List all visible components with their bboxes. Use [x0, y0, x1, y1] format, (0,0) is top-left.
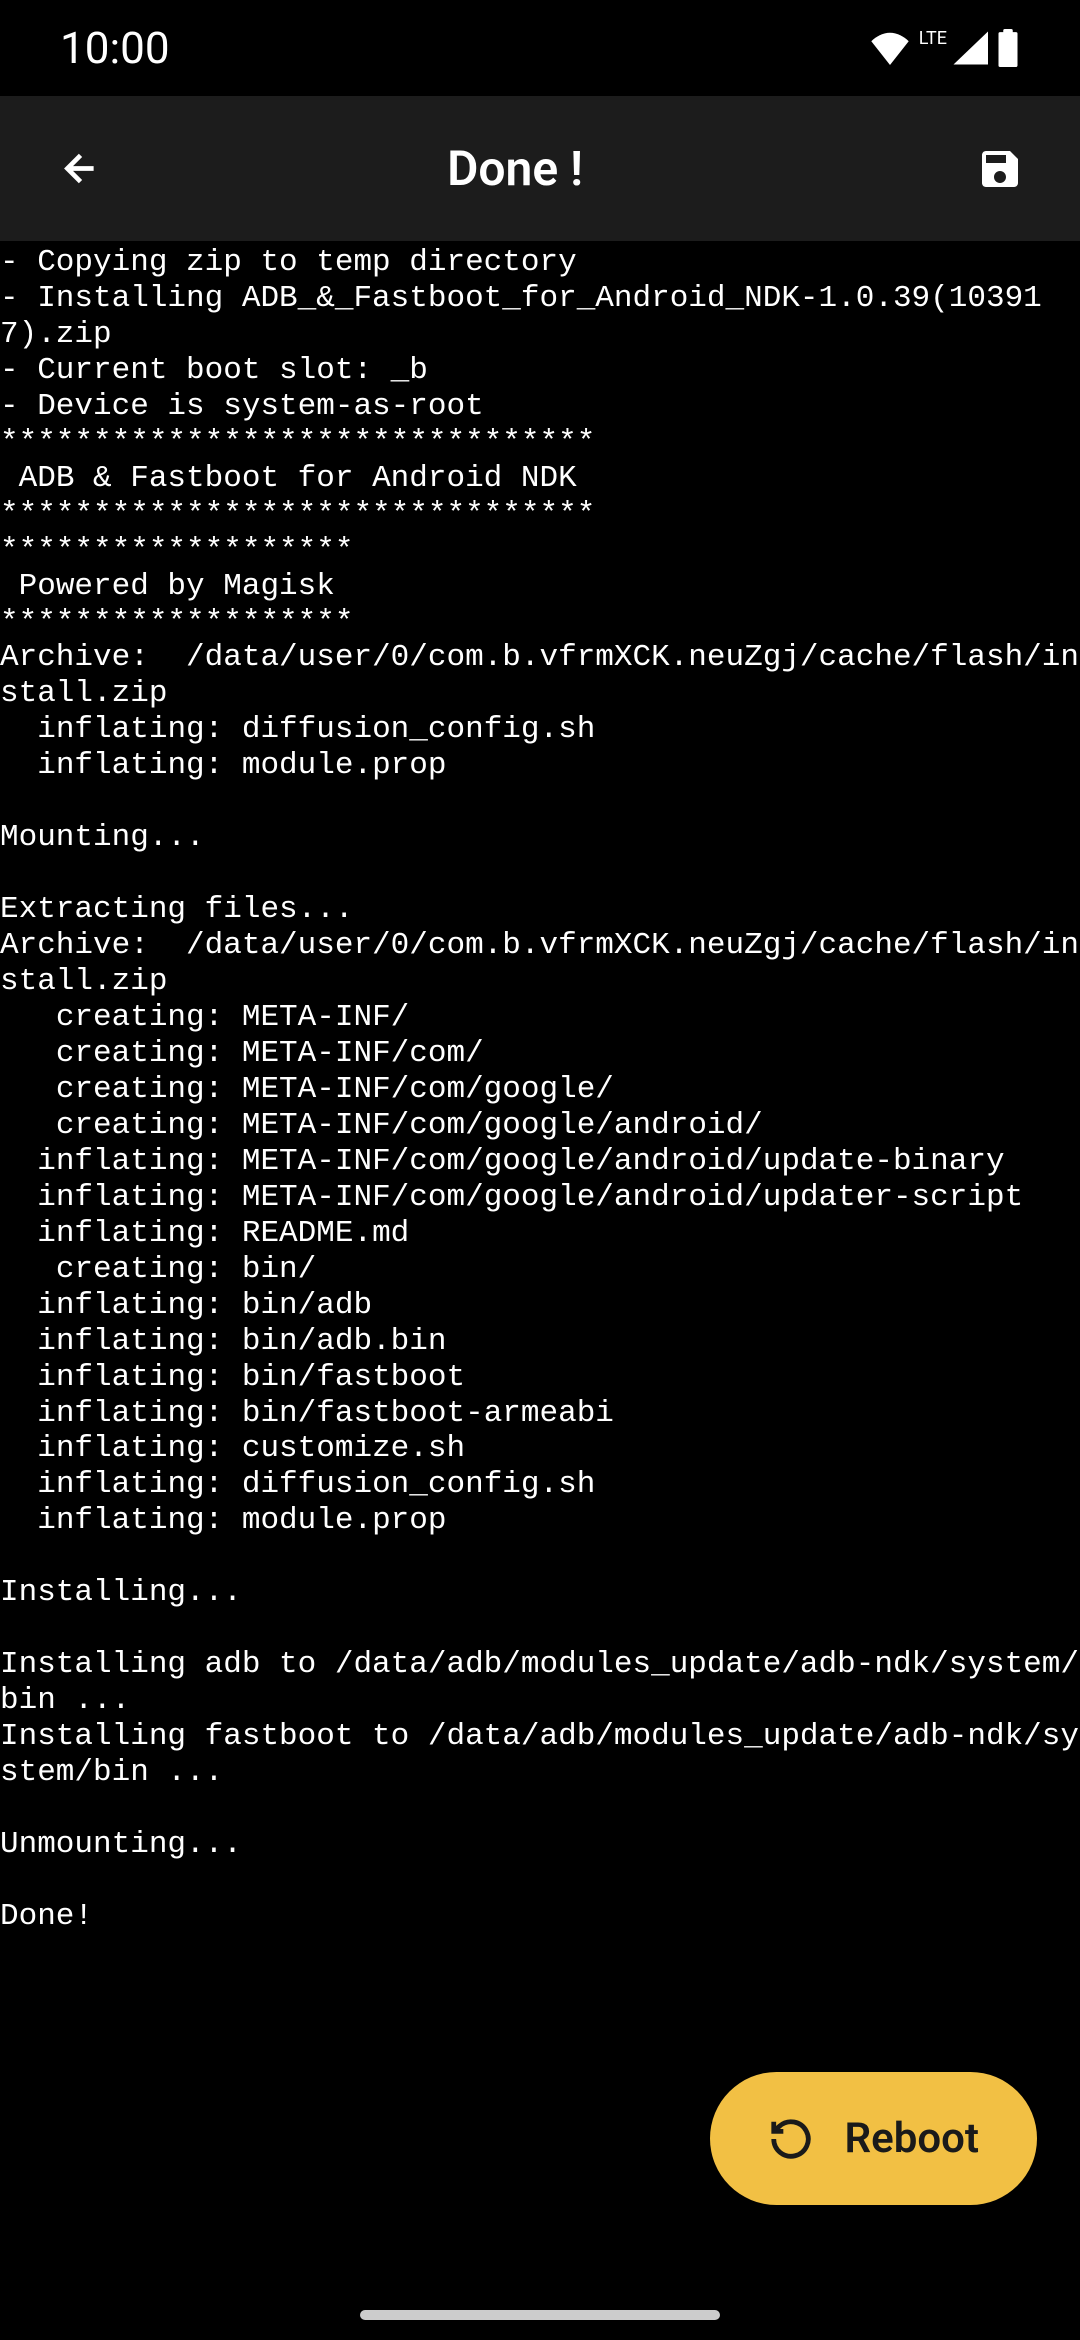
reboot-label: Reboot: [844, 2114, 979, 2163]
navigation-bar[interactable]: [360, 2310, 720, 2320]
reboot-button[interactable]: Reboot: [710, 2072, 1037, 2205]
save-button[interactable]: [975, 144, 1025, 194]
battery-icon: [996, 29, 1020, 67]
signal-icon: [952, 31, 988, 65]
status-time: 10:00: [60, 22, 170, 74]
reboot-icon: [768, 2116, 814, 2162]
page-title: Done !: [55, 140, 975, 197]
lte-label: LTE: [919, 28, 947, 49]
status-bar: 10:00 LTE: [0, 0, 1080, 96]
terminal-output: - Copying zip to temp directory - Instal…: [0, 241, 1080, 1939]
app-bar: Done !: [0, 96, 1080, 241]
status-icons: LTE: [869, 28, 1020, 69]
wifi-icon: [869, 31, 911, 65]
